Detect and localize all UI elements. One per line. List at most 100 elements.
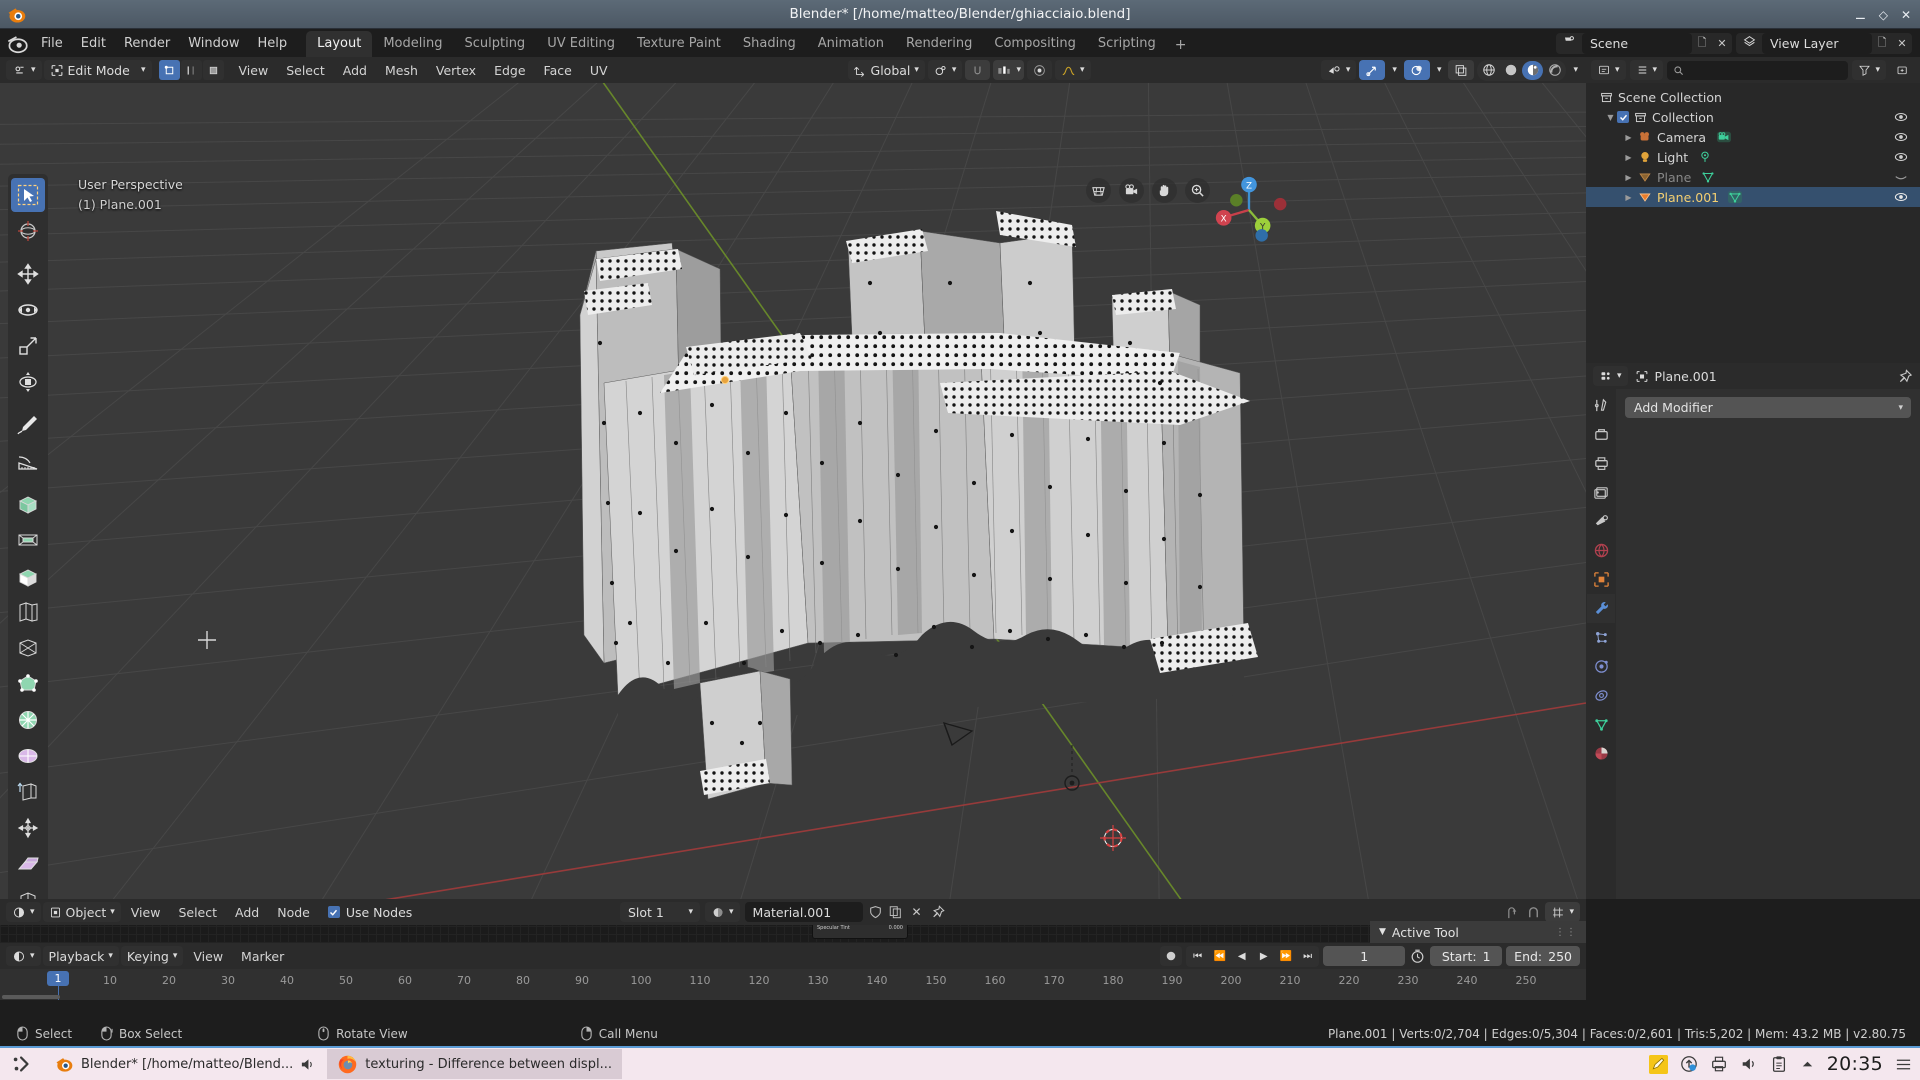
xray-toggle[interactable]: [1448, 60, 1475, 80]
outliner-row-plane[interactable]: ▶ Plane: [1586, 167, 1920, 187]
jump-to-start-button[interactable]: ⏮: [1187, 947, 1208, 966]
disclosure-triangle-icon[interactable]: ▶: [1622, 153, 1635, 162]
pivot-point-selector[interactable]: ▾: [927, 60, 963, 80]
taskbar-item-firefox[interactable]: texturing - Difference between displ...: [327, 1049, 622, 1079]
show-overlays-toggle[interactable]: [1403, 60, 1430, 80]
shader-type-selector[interactable]: Object ▾: [42, 902, 121, 922]
object-tab-icon[interactable]: [1587, 565, 1615, 594]
update-icon[interactable]: [1680, 1055, 1698, 1073]
editor-type-selector[interactable]: ▾: [6, 60, 42, 80]
timeline-view-menu[interactable]: View: [185, 947, 231, 966]
viewport-menu-mesh[interactable]: Mesh: [377, 61, 426, 80]
snap-node-element-selector[interactable]: ▾: [1545, 902, 1580, 922]
play-reverse-button[interactable]: ◀: [1231, 947, 1252, 966]
face-select-icon[interactable]: [202, 60, 224, 80]
mesh-data-icon[interactable]: [1727, 190, 1743, 204]
camera-icon[interactable]: [1119, 178, 1144, 203]
frame-start-field[interactable]: Start: 1: [1430, 946, 1503, 966]
cursor-tool-icon[interactable]: [11, 214, 45, 248]
transform-orientation-selector[interactable]: Global ▾: [847, 60, 925, 80]
overlay-options-chevron[interactable]: ▾: [1433, 60, 1446, 80]
node-row-specular-tint[interactable]: Specular Tint 0.000: [815, 925, 905, 931]
mode-selector[interactable]: Edit Mode ▾: [43, 60, 152, 80]
tool-tab-icon[interactable]: [1587, 391, 1615, 420]
view-axis-gizmo[interactable]: Z X Y: [1210, 171, 1288, 249]
transform-tool-icon[interactable]: [11, 365, 45, 399]
edge-slide-tool-icon[interactable]: [11, 775, 45, 809]
minimize-icon[interactable]: ⚊: [1855, 9, 1866, 21]
properties-editor-type-selector[interactable]: ▾: [1593, 366, 1628, 386]
show-gizmo-toggle[interactable]: [1359, 60, 1386, 80]
tab-animation[interactable]: Animation: [807, 31, 895, 57]
outliner-display-mode-selector[interactable]: ▾: [1629, 60, 1664, 80]
panel-collapse-triangle-icon[interactable]: ▼: [1379, 927, 1386, 937]
constraints-tab-icon[interactable]: [1587, 681, 1615, 710]
disclosure-triangle-icon[interactable]: ▶: [1622, 193, 1635, 202]
scene-selector[interactable]: Scene 🗋 ✕: [1556, 32, 1732, 54]
pin-icon[interactable]: [931, 905, 946, 919]
viewport-menu-view[interactable]: View: [231, 61, 277, 80]
tab-layout[interactable]: Layout: [306, 31, 373, 57]
inset-faces-tool-icon[interactable]: [11, 523, 45, 557]
view-layer-name-field[interactable]: View Layer: [1762, 32, 1872, 54]
scene-unlink-icon[interactable]: ✕: [1712, 37, 1732, 50]
outliner-filter-icon[interactable]: ▾: [1852, 60, 1886, 80]
view-layer-tab-icon[interactable]: [1587, 478, 1615, 507]
world-tab-icon[interactable]: [1587, 536, 1615, 565]
smooth-tool-icon[interactable]: [11, 739, 45, 773]
shader-editor-canvas[interactable]: Specular 0.500 Specular Tint 0.000: [0, 925, 1586, 943]
material-tab-icon[interactable]: [1587, 739, 1615, 768]
eye-icon[interactable]: [1894, 150, 1908, 164]
viewport-menu-edge[interactable]: Edge: [486, 61, 533, 80]
tweak-select-box-tool-icon[interactable]: [11, 178, 45, 212]
solid-shading-icon[interactable]: [1500, 61, 1521, 80]
camera-data-icon[interactable]: [1716, 130, 1732, 144]
zoom-icon[interactable]: [1185, 178, 1210, 203]
active-tool-panel-header[interactable]: ▼ Active Tool ⋮⋮: [1370, 921, 1586, 943]
mesh-data-icon[interactable]: [1701, 170, 1715, 184]
proportional-falloff-selector[interactable]: ▾: [1054, 60, 1091, 80]
outliner-search-input[interactable]: [1667, 60, 1849, 80]
material-preview-shading-icon[interactable]: [1522, 60, 1544, 80]
hand-icon[interactable]: [1152, 178, 1177, 203]
move-tool-icon[interactable]: [11, 257, 45, 291]
spin-tool-icon[interactable]: [11, 703, 45, 737]
hamburger-icon[interactable]: [1895, 1056, 1912, 1073]
visibility-selector[interactable]: ▾: [1320, 60, 1357, 80]
disclosure-triangle-icon[interactable]: ▶: [1622, 133, 1635, 142]
principled-bsdf-node[interactable]: Specular 0.500 Specular Tint 0.000: [812, 925, 908, 939]
edge-select-icon[interactable]: [180, 60, 202, 80]
menu-render[interactable]: Render: [115, 33, 179, 54]
rip-region-tool-icon[interactable]: [11, 883, 45, 899]
menu-help[interactable]: Help: [249, 33, 297, 54]
panel-drag-handle[interactable]: ⋮⋮: [1555, 927, 1577, 938]
proportional-editing-toggle[interactable]: [1026, 60, 1052, 80]
use-preview-range-icon[interactable]: [1409, 948, 1426, 964]
render-tab-icon[interactable]: [1587, 420, 1615, 449]
timeline-playhead[interactable]: 1: [47, 971, 69, 986]
knife-tool-icon[interactable]: [11, 631, 45, 665]
volume-icon[interactable]: [1740, 1055, 1758, 1073]
bevel-tool-icon[interactable]: [11, 559, 45, 593]
timeline-ruler[interactable]: 1 10 20 30 40 50 60 70 80 90 100 110 120…: [0, 969, 1586, 1000]
shader-menu-select[interactable]: Select: [170, 903, 225, 922]
physics-tab-icon[interactable]: [1587, 652, 1615, 681]
eye-closed-icon[interactable]: [1894, 170, 1908, 184]
snap-node-parent-icon[interactable]: [1505, 905, 1522, 920]
shear-tool-icon[interactable]: [11, 847, 45, 881]
outliner-row-scene-collection[interactable]: Scene Collection: [1586, 87, 1920, 107]
blender-logo-icon[interactable]: [4, 30, 30, 56]
3d-viewport[interactable]: User Perspective (1) Plane.001 Z X Y: [0, 83, 1586, 899]
output-tab-icon[interactable]: [1587, 449, 1615, 478]
add-modifier-button[interactable]: Add Modifier ▾: [1625, 397, 1911, 418]
tab-modeling[interactable]: Modeling: [372, 31, 453, 57]
disclosure-triangle-icon[interactable]: ▶: [1622, 173, 1635, 182]
taskbar-item-blender[interactable]: Blender* [/home/matteo/Blend...: [44, 1049, 325, 1079]
clipboard-icon[interactable]: [1770, 1055, 1788, 1073]
outliner-row-light[interactable]: ▶ Light: [1586, 147, 1920, 167]
shader-menu-view[interactable]: View: [123, 903, 169, 922]
view-layer-new-icon[interactable]: 🗋: [1872, 34, 1892, 53]
menu-edit[interactable]: Edit: [72, 33, 115, 54]
next-keyframe-button[interactable]: ⏩: [1275, 947, 1296, 966]
material-browse-icon[interactable]: ▾: [705, 902, 740, 922]
